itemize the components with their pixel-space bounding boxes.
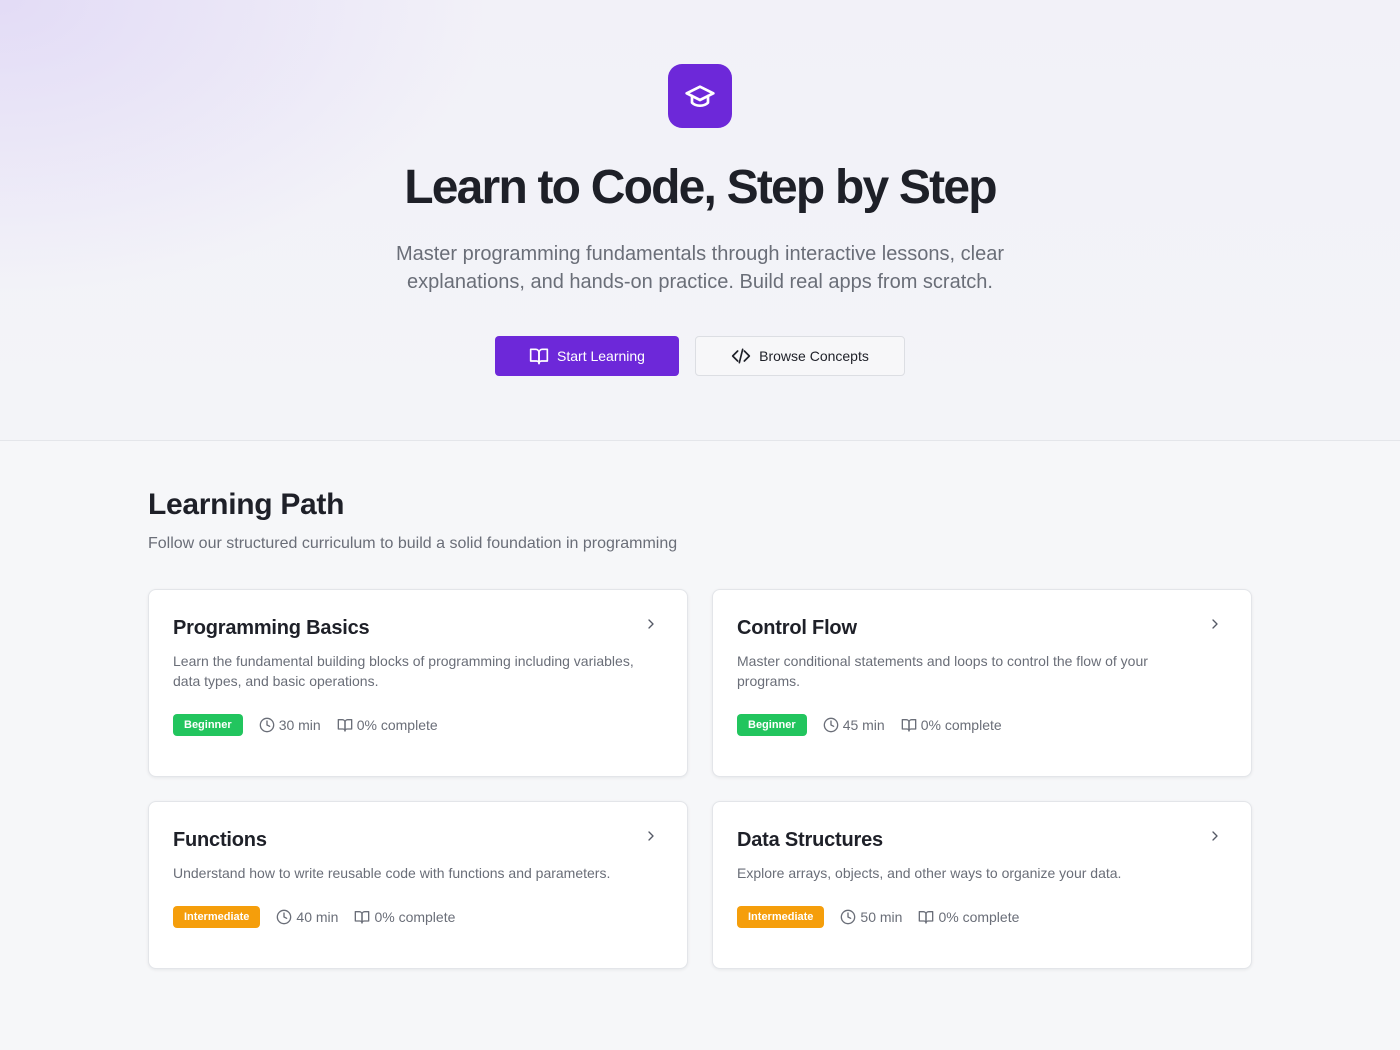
progress: 0% complete [918, 909, 1019, 925]
chevron-right-icon [648, 619, 654, 629]
duration-text: 50 min [860, 909, 903, 925]
level-badge: Intermediate [173, 906, 261, 928]
clock-icon [823, 717, 839, 733]
module-card-control-flow[interactable]: Control Flow Master conditional statemen… [712, 589, 1252, 777]
duration-text: 40 min [296, 909, 339, 925]
progress-text: 0% complete [374, 909, 456, 925]
hero-section: Learn to Code, Step by Step Master progr… [0, 0, 1400, 441]
browse-concepts-label: Browse Concepts [759, 348, 869, 364]
progress-text: 0% complete [356, 717, 438, 733]
progress: 0% complete [901, 717, 1002, 733]
module-meta: Intermediate 40 min 0% complete [173, 906, 455, 928]
book-open-icon [919, 911, 934, 924]
page-title: Learn to Code, Step by Step [404, 161, 997, 214]
learning-path-title: Learning Path [148, 488, 345, 521]
code-icon [731, 348, 751, 364]
module-card-data-structures[interactable]: Data Structures Explore arrays, objects,… [712, 801, 1252, 969]
module-description: Understand how to write reusable code wi… [173, 865, 611, 881]
module-card-programming-basics[interactable]: Programming Basics Learn the fundamental… [148, 589, 688, 777]
level-badge: Beginner [737, 714, 807, 736]
module-card-functions[interactable]: Functions Understand how to write reusab… [148, 801, 688, 969]
logo [668, 64, 732, 128]
chevron-right-icon [1212, 619, 1218, 629]
book-open-icon [901, 719, 917, 732]
level-badge: Intermediate [737, 906, 825, 928]
progress-text: 0% complete [938, 909, 1020, 925]
module-meta: Beginner 45 min 0% complete [737, 714, 1002, 736]
duration-text: 30 min [278, 717, 321, 733]
start-learning-button[interactable]: Start Learning [495, 336, 679, 376]
book-open-icon [355, 911, 370, 924]
module-description: Explore arrays, objects, and other ways … [737, 865, 1122, 881]
module-title: Data Structures [737, 829, 883, 851]
duration-text: 45 min [842, 717, 885, 733]
clock-icon [841, 909, 856, 925]
duration: 30 min [259, 717, 321, 733]
duration: 50 min [840, 909, 902, 925]
clock-icon [277, 909, 292, 925]
progress: 0% complete [354, 909, 455, 925]
progress: 0% complete [337, 717, 438, 733]
module-meta: Beginner 30 min 0% complete [173, 714, 438, 736]
browse-concepts-button[interactable]: Browse Concepts [695, 336, 905, 376]
module-title: Programming Basics [173, 617, 370, 639]
graduation-cap-icon [685, 85, 715, 107]
start-learning-label: Start Learning [557, 348, 645, 364]
chevron-right-icon [648, 831, 654, 841]
module-description: Master conditional statements and loops … [737, 653, 1148, 689]
level-badge: Beginner [173, 714, 243, 736]
learning-path-subtitle: Follow our structured curriculum to buil… [148, 535, 678, 552]
chevron-right-icon [1212, 831, 1218, 841]
module-title: Functions [173, 829, 267, 851]
page-subtitle: Master programming fundamentals through … [395, 243, 1005, 293]
book-open-icon [529, 348, 549, 365]
module-description: Learn the fundamental building blocks of… [173, 653, 634, 689]
book-open-icon [337, 719, 353, 732]
duration: 45 min [823, 717, 885, 733]
clock-icon [259, 717, 275, 733]
module-meta: Intermediate 50 min 0% complete [737, 906, 1019, 928]
module-title: Control Flow [737, 617, 857, 639]
duration: 40 min [276, 909, 338, 925]
progress-text: 0% complete [920, 717, 1002, 733]
